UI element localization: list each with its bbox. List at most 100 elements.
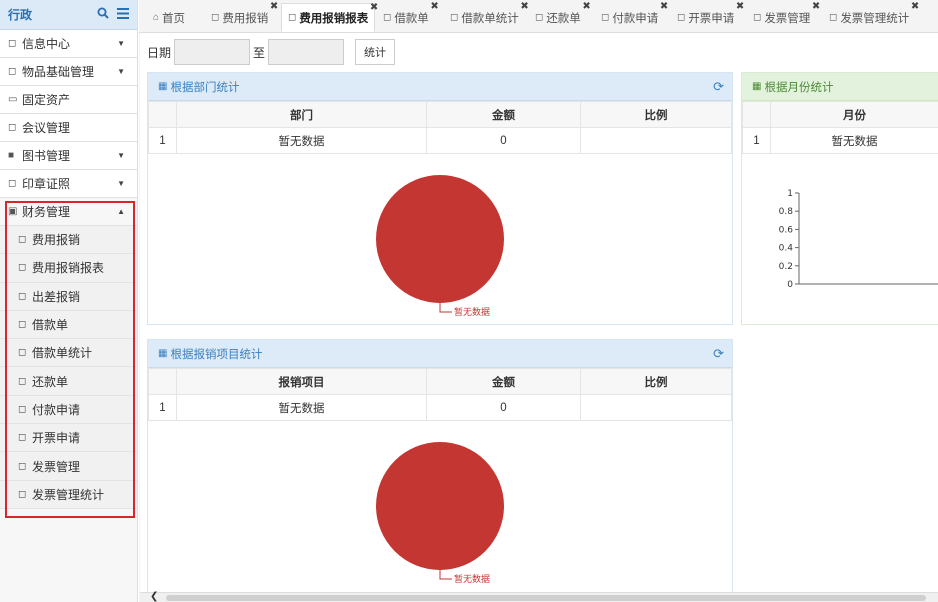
submenu-item-label: 发票管理统计 [32,487,105,502]
submenu-item-invoice[interactable]: ◻ 发票管理 [0,452,137,481]
submenu-item-invoice-stats[interactable]: ◻ 发票管理统计 [0,480,137,509]
panel-header: ▦ 根据部门统计 ⟳ [148,73,732,101]
menu-item-finance[interactable]: ▣ 财务管理 ▲ [0,198,137,226]
submenu-item-label: 借款单统计 [32,346,93,361]
bookmark-icon: ◻ [18,234,27,246]
table-row[interactable]: 1 暂无数据 0 [148,394,732,421]
table-row[interactable]: 1 暂无数据 0 [148,127,732,154]
bookmark-icon: ◻ [535,12,544,23]
caret-down-icon: ▼ [117,179,125,188]
tab-invoice-request[interactable]: ◻ 开票申请 ✖ [671,1,744,32]
submenu-item-expense-report[interactable]: ◻ 费用报销报表 [0,254,137,283]
close-icon[interactable]: ✖ [270,1,278,12]
y-tick-label: 0.6 [779,225,794,235]
panel-title: 根据报销项目统计 [170,348,263,361]
submenu-item-expense[interactable]: ◻ 费用报销 [0,226,137,255]
pie-slice[interactable] [376,175,504,303]
pie-label-line [439,570,452,580]
tab-label: 付款申请 [612,12,659,25]
menu-item-info-center[interactable]: ◻ 信息中心 ▼ [0,30,137,58]
tab-home[interactable]: ⌂ 首页 [147,3,191,32]
bookmark-icon: ◻ [288,12,297,23]
submenu-item-label: 发票管理 [32,459,81,474]
close-icon[interactable]: ✖ [812,1,820,12]
menu-item-meeting[interactable]: ◻ 会议管理 [0,114,137,142]
caret-down-icon: ▼ [117,67,125,76]
tab-invoice[interactable]: ◻ 发票管理 ✖ [747,1,820,32]
pie-slice[interactable] [376,442,504,570]
stat-button[interactable]: 统计 [355,39,396,65]
submenu-item-repayment[interactable]: ◻ 还款单 [0,367,137,396]
scrollbar-thumb[interactable] [166,595,926,601]
refresh-icon[interactable]: ⟳ [713,79,724,95]
scroll-left-icon[interactable]: ❮ [150,591,158,602]
table-header-num [148,368,177,395]
menu-toggle-icon[interactable] [117,7,129,22]
menu-item-label: 信息中心 [22,37,71,51]
end-date-input[interactable] [268,39,345,65]
submenu-item-travel[interactable]: ◻ 出差报销 [0,282,137,311]
tab-loan-stats[interactable]: ◻ 借款单统计 ✖ [444,1,529,32]
submenu-item-label: 付款申请 [32,402,81,417]
tab-expense[interactable]: ◻ 费用报销 ✖ [205,1,278,32]
refresh-icon[interactable]: ⟳ [713,346,724,362]
tab-invoice-stats[interactable]: ◻ 发票管理统计 ✖ [823,1,919,32]
bookmark-icon: ◻ [8,178,17,189]
submenu-item-label: 还款单 [32,374,69,389]
row-number: 1 [148,127,177,154]
chart-icon: ▦ [752,81,762,92]
bookmark-icon: ◻ [8,66,17,77]
search-icon[interactable] [97,7,109,22]
horizontal-scrollbar[interactable]: ❮ [140,591,938,602]
table-header: 金额 [426,101,581,128]
sidebar: 行政 ◻ 信息中心 ▼ ◻ 物品基础管理 ▼ ▭ 固定资产 ◻ 会议管理 ■ 图… [0,0,138,602]
submenu-item-label: 费用报销 [32,233,81,248]
table-cell: 0 [426,127,581,154]
date-filter: 日期 至 统计 [147,39,396,65]
dept-pie-chart: 暂无数据 [148,173,732,323]
tab-label: 首页 [162,12,186,25]
book-icon: ■ [8,150,15,161]
main-area: ⌂ 首页 ◻ 费用报销 ✖ ◻ 费用报销报表 ✖ ◻ 借款单 ✖ ◻ 借款单统计 ✖ ◻ 还款单 ✖ … [139,0,938,602]
bookmark-icon: ◻ [18,375,27,387]
menu-item-goods[interactable]: ◻ 物品基础管理 ▼ [0,58,137,86]
tab-label: 发票管理 [764,12,811,25]
close-icon[interactable]: ✖ [911,1,919,12]
table-header: 报销项目 [176,368,427,395]
tab-payment[interactable]: ◻ 付款申请 ✖ [595,1,668,32]
close-icon[interactable]: ✖ [430,1,438,12]
bookmark-icon: ◻ [211,12,220,23]
submenu-item-payment[interactable]: ◻ 付款申请 [0,395,137,425]
table-cell: 暂无数据 [770,127,938,154]
submenu-item-invoice-request[interactable]: ◻ 开票申请 [0,424,137,453]
month-stats-panel: ▦ 根据月份统计 月份 1 暂无数据 1 0.8 0.6 0.4 0.2 0 [741,72,938,325]
start-date-input[interactable] [174,39,251,65]
tab-loan[interactable]: ◻ 借款单 ✖ [377,1,439,32]
submenu-item-loan[interactable]: ◻ 借款单 [0,310,137,340]
dept-stats-panel: ▦ 根据部门统计 ⟳ 部门 金额 比例 1 暂无数据 0 暂无数据 [147,72,733,325]
bookmark-icon: ◻ [18,460,27,472]
y-tick-label: 1 [787,189,793,199]
close-icon[interactable]: ✖ [582,1,590,12]
table-row[interactable]: 1 暂无数据 [742,127,938,154]
table-header: 部门 [176,101,427,128]
tab-bar: ⌂ 首页 ◻ 费用报销 ✖ ◻ 费用报销报表 ✖ ◻ 借款单 ✖ ◻ 借款单统计 ✖ ◻ 还款单 ✖ … [139,0,938,33]
submenu-item-loan-stats[interactable]: ◻ 借款单统计 [0,339,137,368]
menu-item-fixed-assets[interactable]: ▭ 固定资产 [0,86,137,114]
bookmark-icon: ◻ [18,290,27,302]
close-icon[interactable]: ✖ [736,1,744,12]
tab-expense-report[interactable]: ◻ 费用报销报表 ✖ [281,2,378,32]
tab-label: 费用报销 [222,12,269,25]
table-header-num [148,101,177,128]
menu-item-books[interactable]: ■ 图书管理 ▼ [0,142,137,170]
chart-icon: ▦ [158,348,168,359]
row-number: 1 [148,394,177,421]
laptop-icon: ▭ [8,94,18,105]
close-icon[interactable]: ✖ [660,1,668,12]
close-icon[interactable]: ✖ [520,1,528,12]
menu-item-seal[interactable]: ◻ 印章证照 ▼ [0,170,137,198]
bookmark-icon: ◻ [8,122,17,133]
tab-repayment[interactable]: ◻ 还款单 ✖ [529,1,591,32]
date-label: 日期 [147,45,172,60]
menu-item-label: 物品基础管理 [22,65,95,79]
